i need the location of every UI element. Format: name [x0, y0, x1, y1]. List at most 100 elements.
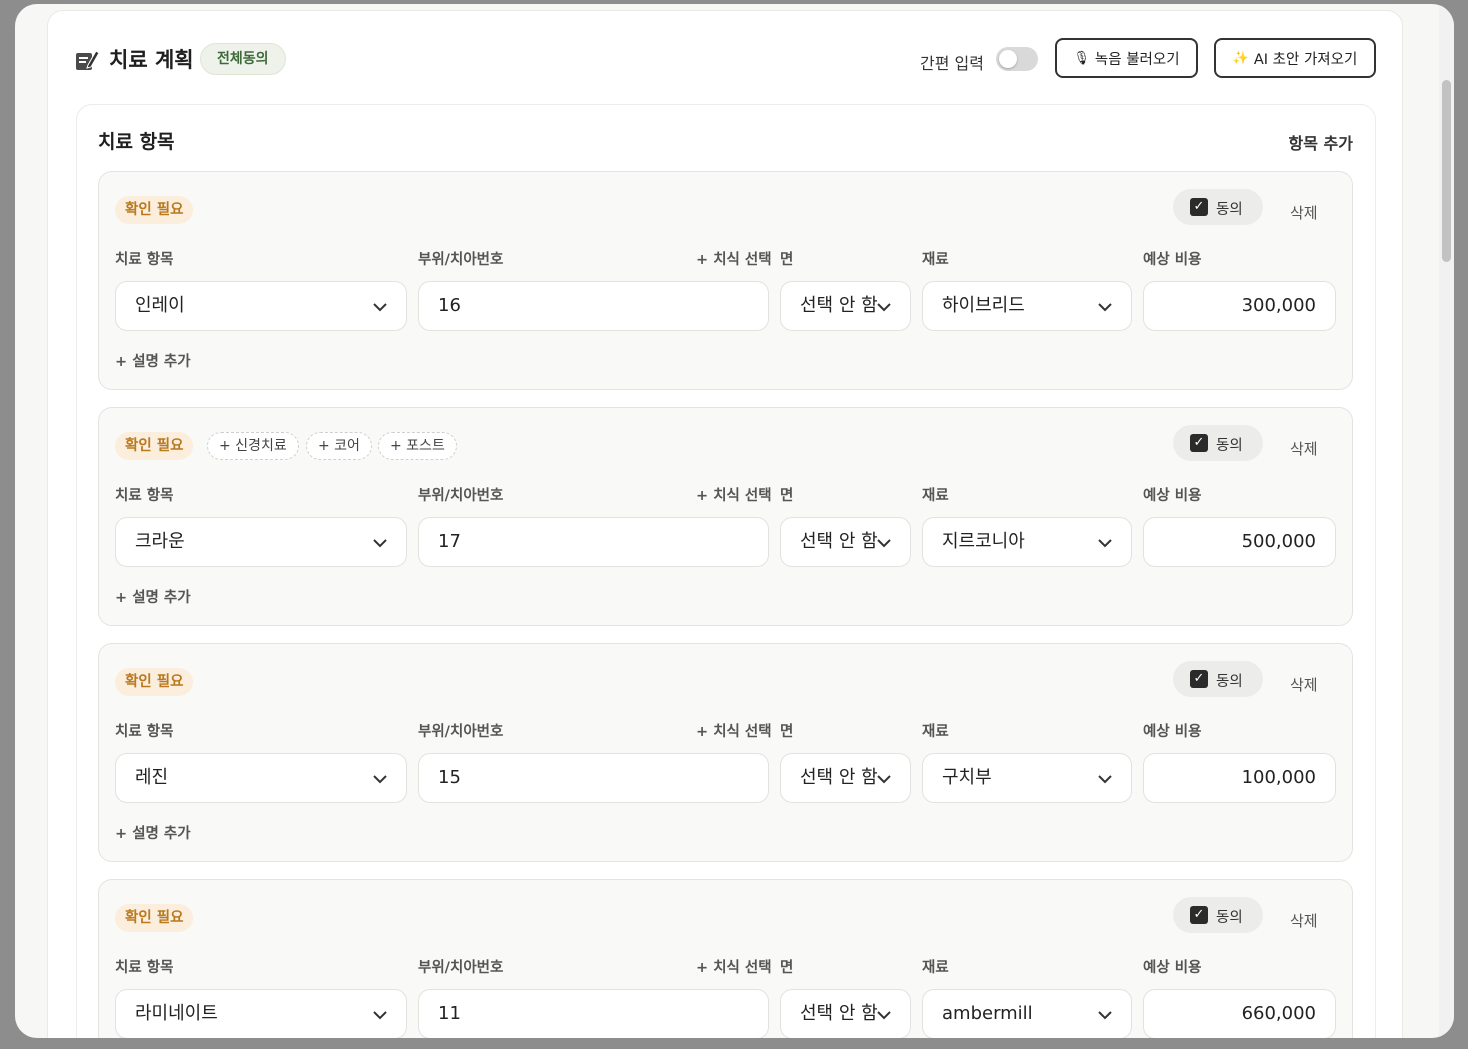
add-description-button[interactable]: + 설명 추가 [115, 822, 191, 843]
delete-button[interactable]: 삭제 [1290, 674, 1318, 695]
tooth-number-input[interactable]: 16 [418, 281, 769, 331]
surface-value: 선택 안 함 [800, 1003, 878, 1024]
surface-select[interactable]: 선택 안 함 [780, 989, 911, 1038]
scrollbar[interactable] [1439, 4, 1454, 1038]
checkbox-checked-icon: ✓ [1190, 670, 1208, 688]
agree-checkbox[interactable]: ✓ 동의 [1173, 661, 1263, 697]
confirm-needed-tag: 확인 필요 [115, 904, 194, 932]
load-recording-label: 녹음 불러오기 [1094, 51, 1180, 68]
treatment-value: 라미네이트 [135, 1003, 218, 1024]
add-description-button[interactable]: + 설명 추가 [115, 350, 191, 371]
select-tooth-chart-button[interactable]: + 치식 선택 [696, 720, 772, 741]
treatment-label: 치료 항목 [115, 960, 174, 976]
tooth-value: 11 [438, 1003, 461, 1024]
quick-input-toggle[interactable] [996, 47, 1038, 71]
treatment-plan-panel: 치료 계획 전체동의 간편 입력 🎙 녹음 불러오기 ✨ AI 초안 가져오기 … [47, 10, 1403, 1038]
agree-checkbox[interactable]: ✓ 동의 [1173, 189, 1263, 225]
toggle-knob [999, 50, 1017, 68]
sparkle-icon: ✨ [1232, 50, 1249, 66]
material-value: ambermill [942, 1003, 1033, 1024]
treatment-card: 확인 필요 ✓ 동의 삭제 치료 항목 부위/치아번호 + 치식 선택 면 재료… [98, 643, 1353, 862]
surface-select[interactable]: 선택 안 함 [780, 517, 911, 567]
tooth-value: 16 [438, 295, 461, 316]
treatment-label: 치료 항목 [115, 488, 174, 504]
scrollbar-thumb[interactable] [1442, 80, 1451, 262]
material-select[interactable]: ambermill [922, 989, 1132, 1038]
treatment-label: 치료 항목 [115, 252, 174, 268]
cost-value: 100,000 [1241, 767, 1316, 788]
cost-input[interactable]: 660,000 [1143, 989, 1336, 1038]
treatment-value: 인레이 [135, 295, 185, 316]
treatment-value: 크라운 [135, 531, 185, 552]
delete-button[interactable]: 삭제 [1290, 910, 1318, 931]
material-label: 재료 [922, 960, 949, 976]
surface-select[interactable]: 선택 안 함 [780, 281, 911, 331]
modal-window: 치료 계획 전체동의 간편 입력 🎙 녹음 불러오기 ✨ AI 초안 가져오기 … [15, 4, 1454, 1038]
cost-label: 예상 비용 [1143, 724, 1202, 740]
treatment-select[interactable]: 인레이 [115, 281, 407, 331]
chevron-down-icon [877, 303, 891, 312]
material-select[interactable]: 구치부 [922, 753, 1132, 803]
treatment-value: 레진 [135, 767, 169, 788]
select-tooth-chart-button[interactable]: + 치식 선택 [696, 248, 772, 269]
material-value: 하이브리드 [942, 295, 1025, 316]
chevron-down-icon [373, 303, 387, 312]
tooth-label: 부위/치아번호 [418, 960, 504, 976]
tooth-value: 15 [438, 767, 461, 788]
cost-value: 500,000 [1241, 531, 1316, 552]
microphone-icon: 🎙 [1073, 50, 1090, 66]
surface-label: 면 [780, 960, 794, 976]
checkbox-checked-icon: ✓ [1190, 198, 1208, 216]
chevron-down-icon [877, 539, 891, 548]
load-recording-button[interactable]: 🎙 녹음 불러오기 [1055, 38, 1198, 78]
chevron-down-icon [877, 775, 891, 784]
confirm-needed-tag: 확인 필요 [115, 668, 194, 696]
cost-value: 660,000 [1241, 1003, 1316, 1024]
add-item-button[interactable]: 항목 추가 [1289, 130, 1353, 154]
delete-button[interactable]: 삭제 [1290, 202, 1318, 223]
add-procedure-chip[interactable]: + 코어 [306, 432, 372, 460]
tooth-number-input[interactable]: 15 [418, 753, 769, 803]
chevron-down-icon [373, 775, 387, 784]
treatment-card: 확인 필요 ✓ 동의 삭제 치료 항목 부위/치아번호 + 치식 선택 면 재료… [98, 171, 1353, 390]
surface-value: 선택 안 함 [800, 295, 878, 316]
tooth-label: 부위/치아번호 [418, 252, 504, 268]
ai-draft-label: AI 초안 가져오기 [1253, 51, 1358, 68]
checkbox-checked-icon: ✓ [1190, 434, 1208, 452]
select-tooth-chart-button[interactable]: + 치식 선택 [696, 484, 772, 505]
select-tooth-chart-button[interactable]: + 치식 선택 [696, 956, 772, 977]
checkbox-checked-icon: ✓ [1190, 906, 1208, 924]
delete-button[interactable]: 삭제 [1290, 438, 1318, 459]
agree-checkbox[interactable]: ✓ 동의 [1173, 425, 1263, 461]
agree-label: 동의 [1216, 202, 1243, 218]
add-procedure-chip[interactable]: + 신경치료 [207, 432, 299, 460]
add-description-button[interactable]: + 설명 추가 [115, 586, 191, 607]
material-label: 재료 [922, 724, 949, 740]
cost-input[interactable]: 300,000 [1143, 281, 1336, 331]
cost-value: 300,000 [1241, 295, 1316, 316]
treatment-label: 치료 항목 [115, 724, 174, 740]
treatment-select[interactable]: 라미네이트 [115, 989, 407, 1038]
material-select[interactable]: 지르코니아 [922, 517, 1132, 567]
agree-checkbox[interactable]: ✓ 동의 [1173, 897, 1263, 933]
cost-input[interactable]: 500,000 [1143, 517, 1336, 567]
confirm-needed-tag: 확인 필요 [115, 196, 194, 224]
surface-value: 선택 안 함 [800, 531, 878, 552]
tooth-number-input[interactable]: 11 [418, 989, 769, 1038]
confirm-needed-tag: 확인 필요 [115, 432, 194, 460]
treatment-items-section: 치료 항목 항목 추가 확인 필요 ✓ 동의 삭제 치료 항목 부위/치아번호 … [76, 104, 1376, 1038]
material-select[interactable]: 하이브리드 [922, 281, 1132, 331]
surface-select[interactable]: 선택 안 함 [780, 753, 911, 803]
chevron-down-icon [1098, 303, 1112, 312]
chevron-down-icon [373, 1011, 387, 1020]
material-label: 재료 [922, 488, 949, 504]
cost-input[interactable]: 100,000 [1143, 753, 1336, 803]
ai-draft-button[interactable]: ✨ AI 초안 가져오기 [1214, 38, 1376, 78]
chevron-down-icon [877, 1011, 891, 1020]
surface-label: 면 [780, 724, 794, 740]
treatment-select[interactable]: 크라운 [115, 517, 407, 567]
treatment-select[interactable]: 레진 [115, 753, 407, 803]
cost-label: 예상 비용 [1143, 960, 1202, 976]
tooth-number-input[interactable]: 17 [418, 517, 769, 567]
add-procedure-chip[interactable]: + 포스트 [378, 432, 457, 460]
